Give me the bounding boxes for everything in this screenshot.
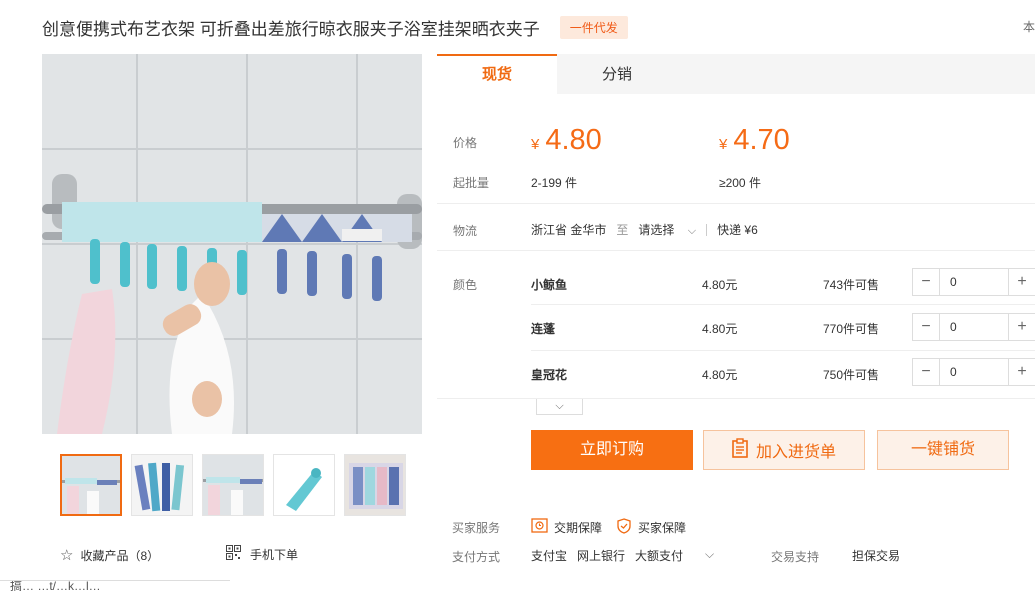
- decrease-button[interactable]: −: [913, 314, 940, 340]
- favorite-label: 收藏产品（8）: [80, 548, 160, 563]
- color-option-name: 小鲸鱼: [531, 278, 568, 292]
- price-tier-1: ¥4.80: [531, 124, 602, 157]
- truncated-bottom-bar: 搞… …t/…k…l…: [0, 580, 230, 591]
- main-product-image[interactable]: [42, 54, 422, 434]
- color-option-price: 4.80元: [702, 278, 738, 292]
- service-buyer-label: 买家保障: [638, 521, 687, 535]
- color-option-name: 连蓬: [531, 322, 556, 336]
- quantity-stepper: − +: [912, 268, 1035, 296]
- quantity-stepper: − +: [912, 313, 1035, 341]
- mobile-order-label: 手机下单: [250, 547, 299, 562]
- payment-method-online-bank: 网上银行: [577, 549, 626, 563]
- logistics-row: 浙江省 金华市 至 请选择 ⌵ 快递 ¥6: [531, 221, 758, 238]
- thumbnail-2[interactable]: [131, 454, 193, 516]
- moq-label: 起批量: [453, 176, 490, 190]
- add-to-cart-label: 加入进货单: [755, 444, 836, 461]
- moq-tier-1: 2-199 件: [531, 176, 578, 190]
- chevron-down-icon: ⌵: [687, 225, 697, 237]
- buy-now-button[interactable]: 立即订购: [531, 430, 693, 470]
- service-buyer-guarantee[interactable]: 买家保障: [616, 518, 686, 537]
- thumbnail-1[interactable]: [60, 454, 122, 516]
- product-title: 创意便携式布艺衣架 可折叠出差旅行晾衣服夹子浴室挂架晒衣夹子: [42, 19, 540, 39]
- logistics-label: 物流: [453, 224, 478, 238]
- tab-bar: 现货 分销: [437, 54, 1035, 94]
- color-option-stock: 750件可售: [823, 368, 880, 382]
- thumbnail-4[interactable]: [273, 454, 335, 516]
- currency-symbol: ¥: [719, 136, 728, 153]
- divider: [437, 203, 1035, 204]
- trade-support-value: 担保交易: [852, 549, 901, 563]
- price-tier-2: ¥4.70: [719, 124, 790, 157]
- destination-select[interactable]: 请选择 ⌵: [638, 221, 696, 238]
- payment-method-large: 大额支付: [635, 549, 684, 563]
- clipboard-icon: [732, 437, 748, 463]
- qr-code-icon: [226, 545, 241, 563]
- tab-distribution[interactable]: 分销: [557, 54, 677, 94]
- chevron-down-icon: ⌵: [555, 400, 564, 412]
- services-label: 买家服务: [452, 521, 501, 535]
- title-row: 创意便携式布艺衣架 可折叠出差旅行晾衣服夹子浴室挂架晒衣夹子 一件代发: [42, 14, 1035, 40]
- truncated-text: 本: [1022, 20, 1035, 34]
- tab-in-stock[interactable]: 现货: [437, 54, 557, 94]
- quantity-input[interactable]: [940, 269, 1008, 295]
- chevron-down-icon[interactable]: ⌵: [705, 547, 714, 562]
- dropship-badge[interactable]: 一件代发: [559, 15, 628, 39]
- currency-symbol: ¥: [531, 136, 540, 153]
- express-fee: 快递 ¥6: [717, 223, 758, 237]
- shield-icon: [616, 518, 632, 537]
- favorite-product[interactable]: ☆ 收藏产品（8）: [60, 546, 159, 564]
- payment-method-alipay: 支付宝: [531, 549, 568, 563]
- divider: [531, 350, 1035, 351]
- logistics-to: 至: [616, 223, 629, 237]
- service-delivery-guarantee[interactable]: 交期保障: [531, 518, 602, 536]
- service-delivery-label: 交期保障: [554, 520, 603, 535]
- price-tier-2-value: 4.70: [733, 124, 790, 156]
- logistics-origin: 浙江省 金华市: [531, 223, 607, 237]
- one-click-list-button[interactable]: 一键铺货: [877, 430, 1009, 470]
- price-label: 价格: [453, 136, 478, 150]
- divider: [437, 398, 1035, 399]
- decrease-button[interactable]: −: [913, 269, 940, 295]
- thumbnail-3[interactable]: [202, 454, 264, 516]
- decrease-button[interactable]: −: [913, 359, 940, 385]
- price-tier-1-value: 4.80: [545, 124, 602, 156]
- color-option-stock: 770件可售: [823, 322, 880, 336]
- mobile-order[interactable]: 手机下单: [226, 545, 298, 563]
- increase-button[interactable]: +: [1008, 269, 1035, 295]
- moq-tier-2: ≥200 件: [719, 176, 761, 190]
- divider: [437, 250, 1035, 251]
- thumbnail-strip: [60, 454, 406, 516]
- divider: [706, 223, 708, 236]
- clock-shield-icon: [531, 518, 548, 536]
- color-option-name: 皇冠花: [531, 368, 568, 382]
- payment-label: 支付方式: [452, 550, 501, 564]
- divider: [531, 304, 1035, 305]
- color-label: 颜色: [453, 278, 478, 292]
- increase-button[interactable]: +: [1008, 314, 1035, 340]
- star-icon: ☆: [60, 547, 74, 564]
- color-option-stock: 743件可售: [823, 278, 880, 292]
- expand-options-button[interactable]: ⌵: [536, 399, 583, 415]
- color-option-price: 4.80元: [702, 368, 738, 382]
- increase-button[interactable]: +: [1008, 359, 1035, 385]
- quantity-stepper: − +: [912, 358, 1035, 386]
- color-option-price: 4.80元: [702, 322, 738, 336]
- add-to-cart-button[interactable]: 加入进货单: [703, 430, 865, 470]
- quantity-input[interactable]: [940, 359, 1008, 385]
- quantity-input[interactable]: [940, 314, 1008, 340]
- destination-value: 请选择: [638, 223, 675, 237]
- trade-support-label: 交易支持: [771, 550, 820, 564]
- thumbnail-5[interactable]: [344, 454, 406, 516]
